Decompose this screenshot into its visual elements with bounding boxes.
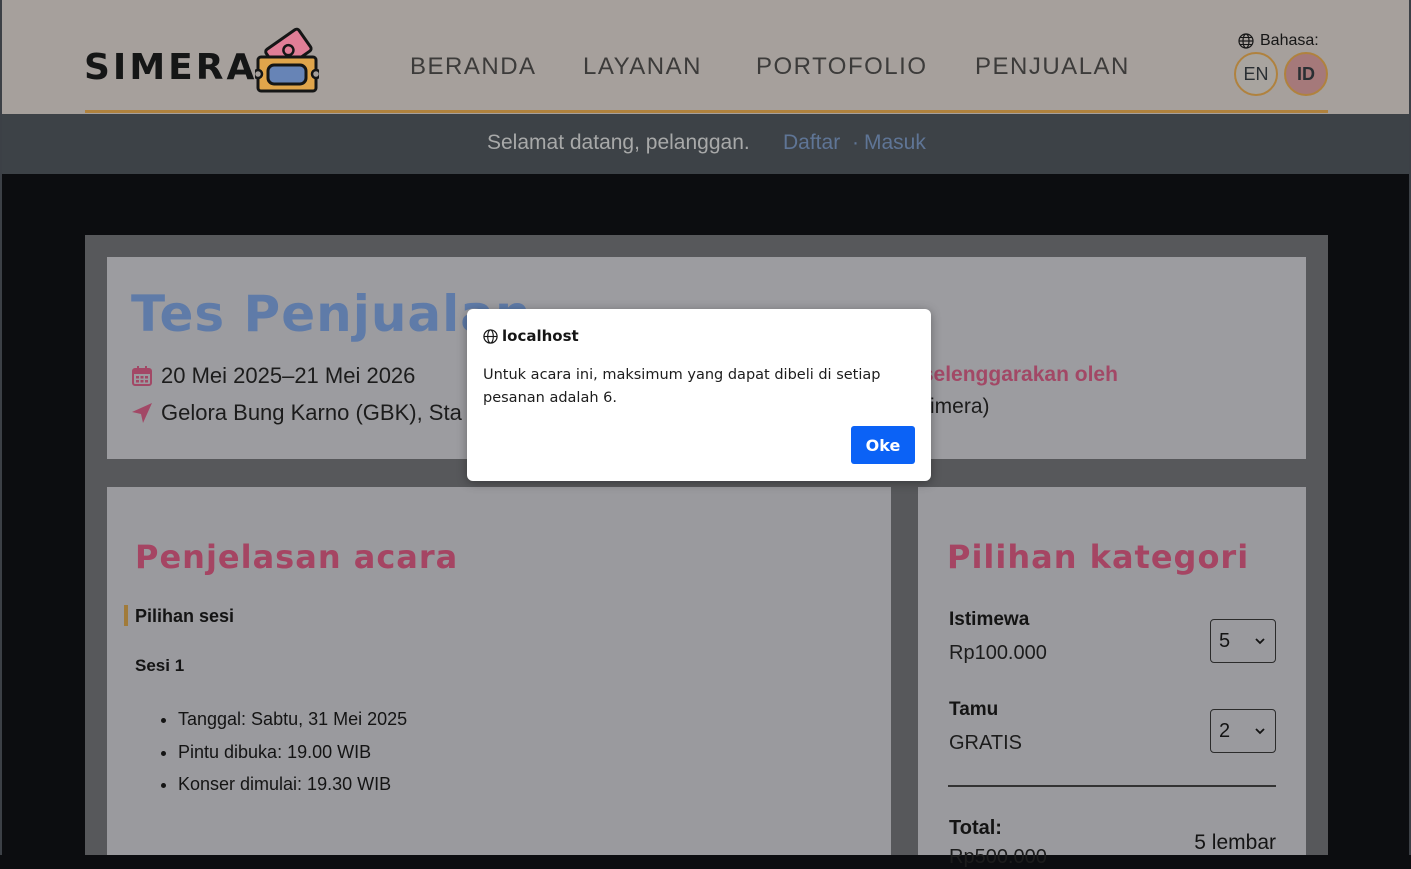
ticket-logo-icon[interactable]: [255, 27, 319, 95]
language-label: Bahasa:: [1238, 31, 1319, 51]
header-divider: [85, 110, 1328, 113]
nav-penjualan[interactable]: PENJUALAN: [975, 52, 1130, 82]
nav-layanan[interactable]: LAYANAN: [583, 52, 702, 82]
category-name-istimewa: Istimewa: [949, 609, 1030, 630]
alert-dialog: localhost Untuk acara ini, maksimum yang…: [467, 309, 931, 481]
site-logo[interactable]: SIMERA: [84, 48, 257, 88]
event-venue-row: Gelora Bung Karno (GBK), Sta: [131, 400, 462, 426]
ok-button[interactable]: Oke: [851, 426, 915, 464]
category-price-tamu: GRATIS: [949, 732, 1022, 754]
description-heading: Penjelasan acara: [135, 538, 459, 576]
session-detail-doors: Pintu dibuka: 19.00 WIB: [178, 736, 407, 769]
globe-icon: [483, 328, 498, 344]
dialog-origin: localhost: [483, 327, 579, 345]
session-name: Sesi 1: [135, 656, 185, 675]
session-detail-start: Konser dimulai: 19.30 WIB: [178, 768, 407, 801]
globe-icon: [1238, 33, 1254, 49]
quantity-value-istimewa: 5: [1219, 629, 1231, 652]
session-heading: Pilihan sesi: [135, 606, 235, 626]
category-heading: Pilihan kategori: [947, 538, 1250, 576]
total-label: Total:: [949, 817, 1002, 839]
event-date-row: 20 Mei 2025–21 Mei 2026: [131, 363, 415, 389]
register-link[interactable]: Daftar: [783, 130, 840, 156]
nav-portofolio[interactable]: PORTOFOLIO: [756, 52, 927, 82]
event-date: 20 Mei 2025–21 Mei 2026: [161, 363, 416, 388]
nav-beranda[interactable]: BERANDA: [410, 52, 537, 82]
chevron-down-icon: [1255, 638, 1265, 645]
session-accent-bar: [124, 605, 128, 626]
quantity-select-tamu[interactable]: 2: [1210, 709, 1276, 753]
quantity-select-istimewa[interactable]: 5: [1210, 619, 1276, 663]
welcome-text: Selamat datang, pelanggan.: [487, 131, 750, 154]
quantity-value-tamu: 2: [1219, 719, 1231, 742]
login-link[interactable]: Masuk: [864, 130, 926, 156]
dialog-message: Untuk acara ini, maksimum yang dapat dib…: [483, 367, 881, 406]
chevron-down-icon: [1255, 728, 1265, 735]
language-label-text: Bahasa:: [1260, 32, 1319, 49]
welcome-separator: ·: [852, 131, 859, 154]
total-amount: Rp500.000: [949, 846, 1047, 868]
category-name-tamu: Tamu: [949, 699, 999, 720]
location-arrow-icon: [132, 403, 152, 423]
session-details: Tanggal: Sabtu, 31 Mei 2025 Pintu dibuka…: [158, 703, 407, 801]
event-venue: Gelora Bung Karno (GBK), Sta: [161, 400, 462, 425]
category-price-istimewa: Rp100.000: [949, 642, 1047, 664]
calendar-icon: [132, 366, 152, 386]
session-detail-date: Tanggal: Sabtu, 31 Mei 2025: [178, 703, 407, 736]
organizer-label: iselenggarakan oleh: [916, 363, 1118, 386]
total-quantity: 5 lembar: [1194, 831, 1276, 854]
dialog-origin-text: localhost: [502, 327, 579, 345]
language-en-button[interactable]: EN: [1234, 52, 1278, 96]
category-divider: [948, 785, 1276, 787]
language-id-button[interactable]: ID: [1284, 52, 1328, 96]
